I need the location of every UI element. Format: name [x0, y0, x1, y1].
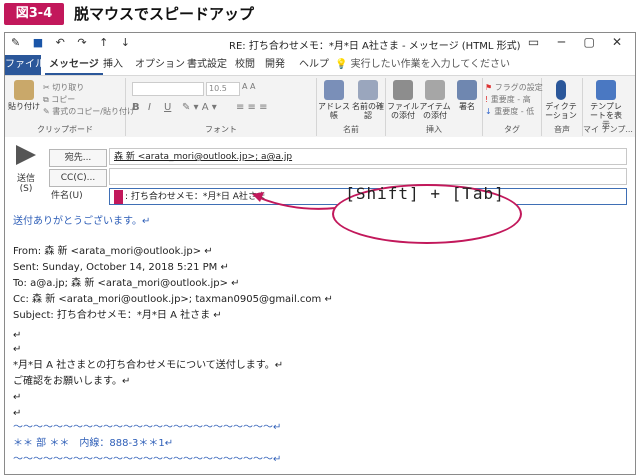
callout-pointer: [252, 192, 337, 210]
callout-arrowhead: [252, 192, 264, 202]
callout-arrow-line: [259, 197, 337, 210]
shortcut-callout-text: [Shift] + [Tab]: [345, 184, 505, 203]
